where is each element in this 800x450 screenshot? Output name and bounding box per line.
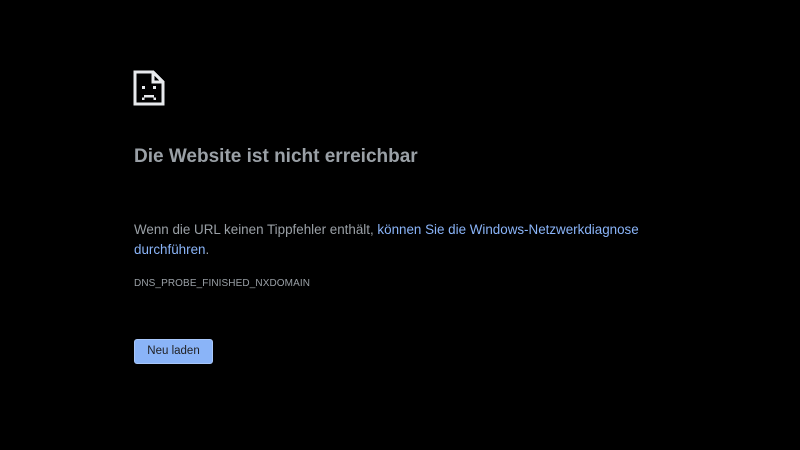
reload-button[interactable]: Neu laden xyxy=(134,339,213,364)
message-text: Wenn die URL keinen Tippfehler enthält, xyxy=(134,222,378,237)
page-title: Die Website ist nicht erreichbar xyxy=(134,146,418,167)
error-message: Wenn die URL keinen Tippfehler enthält, … xyxy=(134,220,654,260)
sad-document-icon xyxy=(133,70,165,106)
message-period: . xyxy=(205,242,210,257)
error-page: Die Website ist nicht erreichbar Wenn di… xyxy=(0,0,800,450)
error-code: DNS_PROBE_FINISHED_NXDOMAIN xyxy=(134,278,311,289)
